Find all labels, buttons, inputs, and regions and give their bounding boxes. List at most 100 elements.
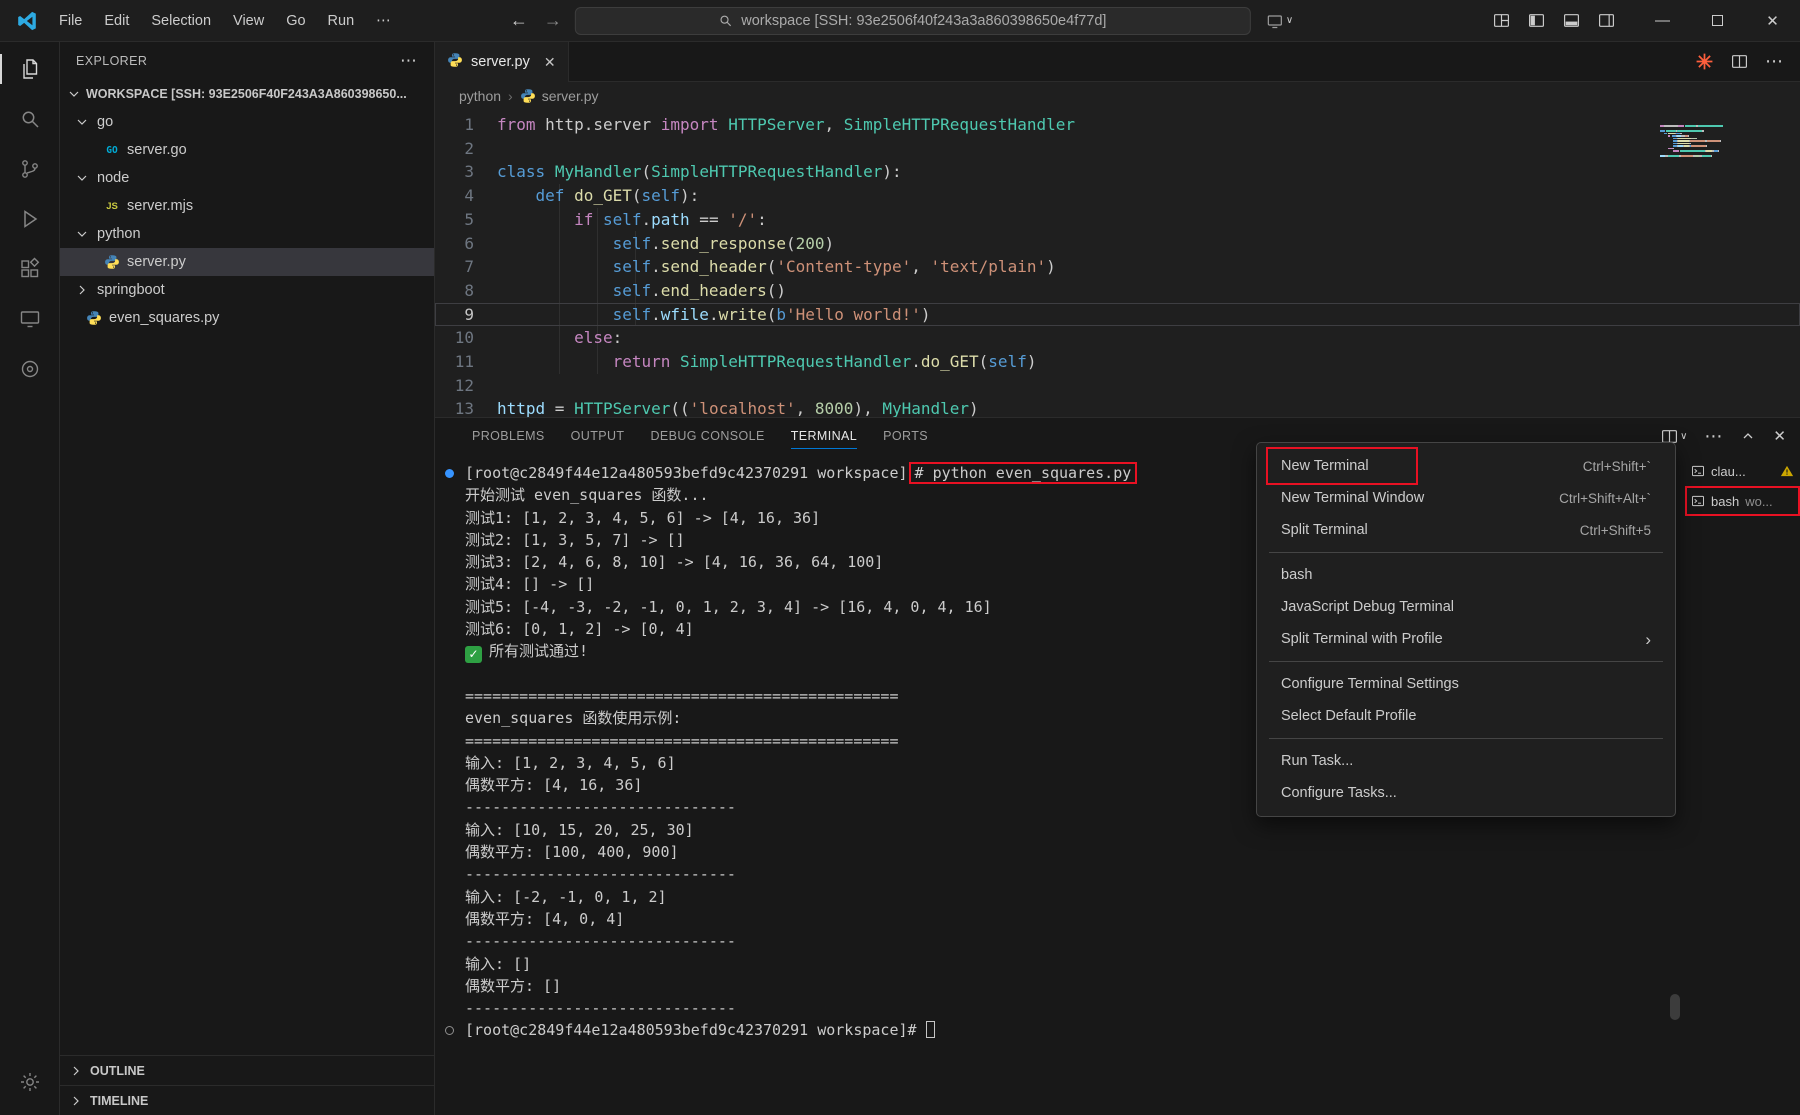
- minimap-line: [1660, 131, 1770, 133]
- minimap-line: [1660, 116, 1770, 118]
- minimap-line: [1660, 118, 1770, 120]
- split-editor-icon[interactable]: [1731, 53, 1748, 70]
- menu-item-new-terminal[interactable]: New TerminalCtrl+Shift+`: [1257, 450, 1675, 482]
- code-line-2[interactable]: 2: [435, 137, 1800, 161]
- menu-item-split-terminal[interactable]: Split TerminalCtrl+Shift+5: [1257, 514, 1675, 546]
- menu-more[interactable]: ⋯: [365, 9, 402, 33]
- menu-selection[interactable]: Selection: [140, 9, 222, 33]
- menu-separator: [1269, 738, 1663, 739]
- workspace-root[interactable]: WORKSPACE [SSH: 93E2506F40F243A3A8603986…: [60, 80, 434, 108]
- timeline-section[interactable]: TIMELINE: [60, 1085, 434, 1115]
- code-line-13[interactable]: 13httpd = HTTPServer(('localhost', 8000)…: [435, 397, 1800, 417]
- remote-window-button[interactable]: ∨: [1267, 13, 1293, 29]
- settings-gear-icon[interactable]: [0, 1057, 60, 1107]
- forward-arrow-icon[interactable]: →: [541, 10, 565, 31]
- panel-tab-problems[interactable]: PROBLEMS: [459, 418, 558, 454]
- menu-file[interactable]: File: [48, 9, 93, 33]
- code-line-3[interactable]: 3class MyHandler(SimpleHTTPRequestHandle…: [435, 160, 1800, 184]
- menu-item-new-terminal-window[interactable]: New Terminal WindowCtrl+Shift+Alt+`: [1257, 482, 1675, 514]
- menu-item-configure-terminal-settings[interactable]: Configure Terminal Settings: [1257, 668, 1675, 700]
- menu-run[interactable]: Run: [317, 9, 366, 33]
- code-line-4[interactable]: 4 def do_GET(self):: [435, 184, 1800, 208]
- terminal-text: 输入: [-2, -1, 0, 1, 2]: [465, 888, 667, 906]
- terminal-text: ------------------------------: [465, 999, 736, 1017]
- editor-more-icon[interactable]: ⋯: [1765, 51, 1784, 72]
- folder-node[interactable]: node: [60, 164, 434, 192]
- menu-item-javascript-debug-terminal[interactable]: JavaScript Debug Terminal: [1257, 591, 1675, 623]
- minimize-button[interactable]: —: [1635, 0, 1690, 42]
- terminal-tab-clau[interactable]: clau...: [1685, 456, 1800, 486]
- command-decoration-icon[interactable]: [445, 469, 454, 478]
- file-even-squares-py[interactable]: even_squares.py: [60, 304, 434, 332]
- folder-python[interactable]: python: [60, 220, 434, 248]
- customize-layout-icon[interactable]: [1493, 12, 1510, 29]
- panel-tab-ports[interactable]: PORTS: [870, 418, 941, 454]
- tab-close-icon[interactable]: ✕: [544, 54, 556, 71]
- menu-edit[interactable]: Edit: [93, 9, 140, 33]
- menu-item-configure-tasks[interactable]: Configure Tasks...: [1257, 777, 1675, 809]
- explorer-more-icon[interactable]: ⋯: [400, 51, 418, 71]
- outline-section[interactable]: OUTLINE: [60, 1055, 434, 1085]
- folder-springboot[interactable]: springboot: [60, 276, 434, 304]
- warning-icon: [1780, 464, 1794, 478]
- breadcrumb-python[interactable]: python: [459, 88, 501, 104]
- command-decoration-icon[interactable]: [445, 1026, 454, 1035]
- menu-item-split-terminal-with-profile[interactable]: Split Terminal with Profile›: [1257, 623, 1675, 655]
- panel-more-icon[interactable]: ⋯: [1704, 426, 1723, 447]
- file-server-mjs[interactable]: JSserver.mjs: [60, 192, 434, 220]
- activity-explorer-icon[interactable]: [0, 44, 60, 94]
- tab-server-py[interactable]: server.py ✕: [435, 42, 569, 82]
- close-button[interactable]: ✕: [1745, 0, 1800, 42]
- code-line-7[interactable]: 7 self.send_header('Content-type', 'text…: [435, 255, 1800, 279]
- menu-item-run-task[interactable]: Run Task...: [1257, 745, 1675, 777]
- python-icon: [86, 310, 102, 326]
- back-arrow-icon[interactable]: ←: [507, 10, 531, 31]
- menu-item-bash[interactable]: bash: [1257, 559, 1675, 591]
- activity-remote-explorer-icon[interactable]: [0, 294, 60, 344]
- activity-extensions-icon[interactable]: [0, 244, 60, 294]
- terminal-text: 输入: []: [465, 955, 531, 973]
- activity-search-icon[interactable]: [0, 94, 60, 144]
- code-text: if self.path == '/':: [497, 208, 767, 232]
- panel-tab-debug-console[interactable]: DEBUG CONSOLE: [637, 418, 777, 454]
- menu-separator: [1269, 661, 1663, 662]
- close-panel-icon[interactable]: ✕: [1773, 427, 1786, 445]
- code-line-1[interactable]: 1from http.server import HTTPServer, Sim…: [435, 113, 1800, 137]
- panel-tab-terminal[interactable]: TERMINAL: [778, 418, 870, 454]
- minimap-line: [1660, 133, 1770, 135]
- code-line-6[interactable]: 6 self.send_response(200): [435, 232, 1800, 256]
- code-line-11[interactable]: 11 return SimpleHTTPRequestHandler.do_GE…: [435, 350, 1800, 374]
- activity-containers-icon[interactable]: [0, 344, 60, 394]
- activity-run-debug-icon[interactable]: [0, 194, 60, 244]
- code-line-5[interactable]: 5 if self.path == '/':: [435, 208, 1800, 232]
- menu-item-select-default-profile[interactable]: Select Default Profile: [1257, 700, 1675, 732]
- code-line-8[interactable]: 8 self.end_headers(): [435, 279, 1800, 303]
- toggle-secondary-sidebar-icon[interactable]: [1598, 12, 1615, 29]
- terminal-icon: [1691, 494, 1705, 508]
- minimap[interactable]: [1660, 116, 1770, 148]
- code-editor[interactable]: 1from http.server import HTTPServer, Sim…: [435, 110, 1800, 417]
- terminal-line: 偶数平方: [100, 400, 900]: [465, 841, 1685, 863]
- terminal-scrollbar[interactable]: [1670, 994, 1680, 1020]
- command-center[interactable]: workspace [SSH: 93e2506f40f243a3a8603986…: [575, 7, 1251, 35]
- activity-source-control-icon[interactable]: [0, 144, 60, 194]
- line-number: 4: [435, 184, 497, 208]
- maximize-button[interactable]: [1690, 0, 1745, 42]
- toggle-panel-icon[interactable]: [1563, 12, 1580, 29]
- code-line-10[interactable]: 10 else:: [435, 326, 1800, 350]
- maximize-panel-icon[interactable]: [1740, 428, 1756, 444]
- code-line-9[interactable]: 9 self.wfile.write(b'Hello world!'): [435, 303, 1800, 327]
- js-file-icon: JS: [104, 198, 120, 214]
- panel-tab-output[interactable]: OUTPUT: [558, 418, 638, 454]
- folder-go[interactable]: go: [60, 108, 434, 136]
- file-server-go[interactable]: GOserver.go: [60, 136, 434, 164]
- menu-view[interactable]: View: [222, 9, 275, 33]
- terminal-tab-bash[interactable]: bashwo...: [1685, 486, 1800, 516]
- code-line-12[interactable]: 12: [435, 374, 1800, 398]
- menu-go[interactable]: Go: [275, 9, 316, 33]
- line-number: 13: [435, 397, 497, 417]
- file-server-py[interactable]: server.py: [60, 248, 434, 276]
- breadcrumb-server-py[interactable]: server.py: [520, 88, 599, 104]
- toggle-sidebar-icon[interactable]: [1528, 12, 1545, 29]
- extension-starburst-icon[interactable]: [1695, 52, 1714, 71]
